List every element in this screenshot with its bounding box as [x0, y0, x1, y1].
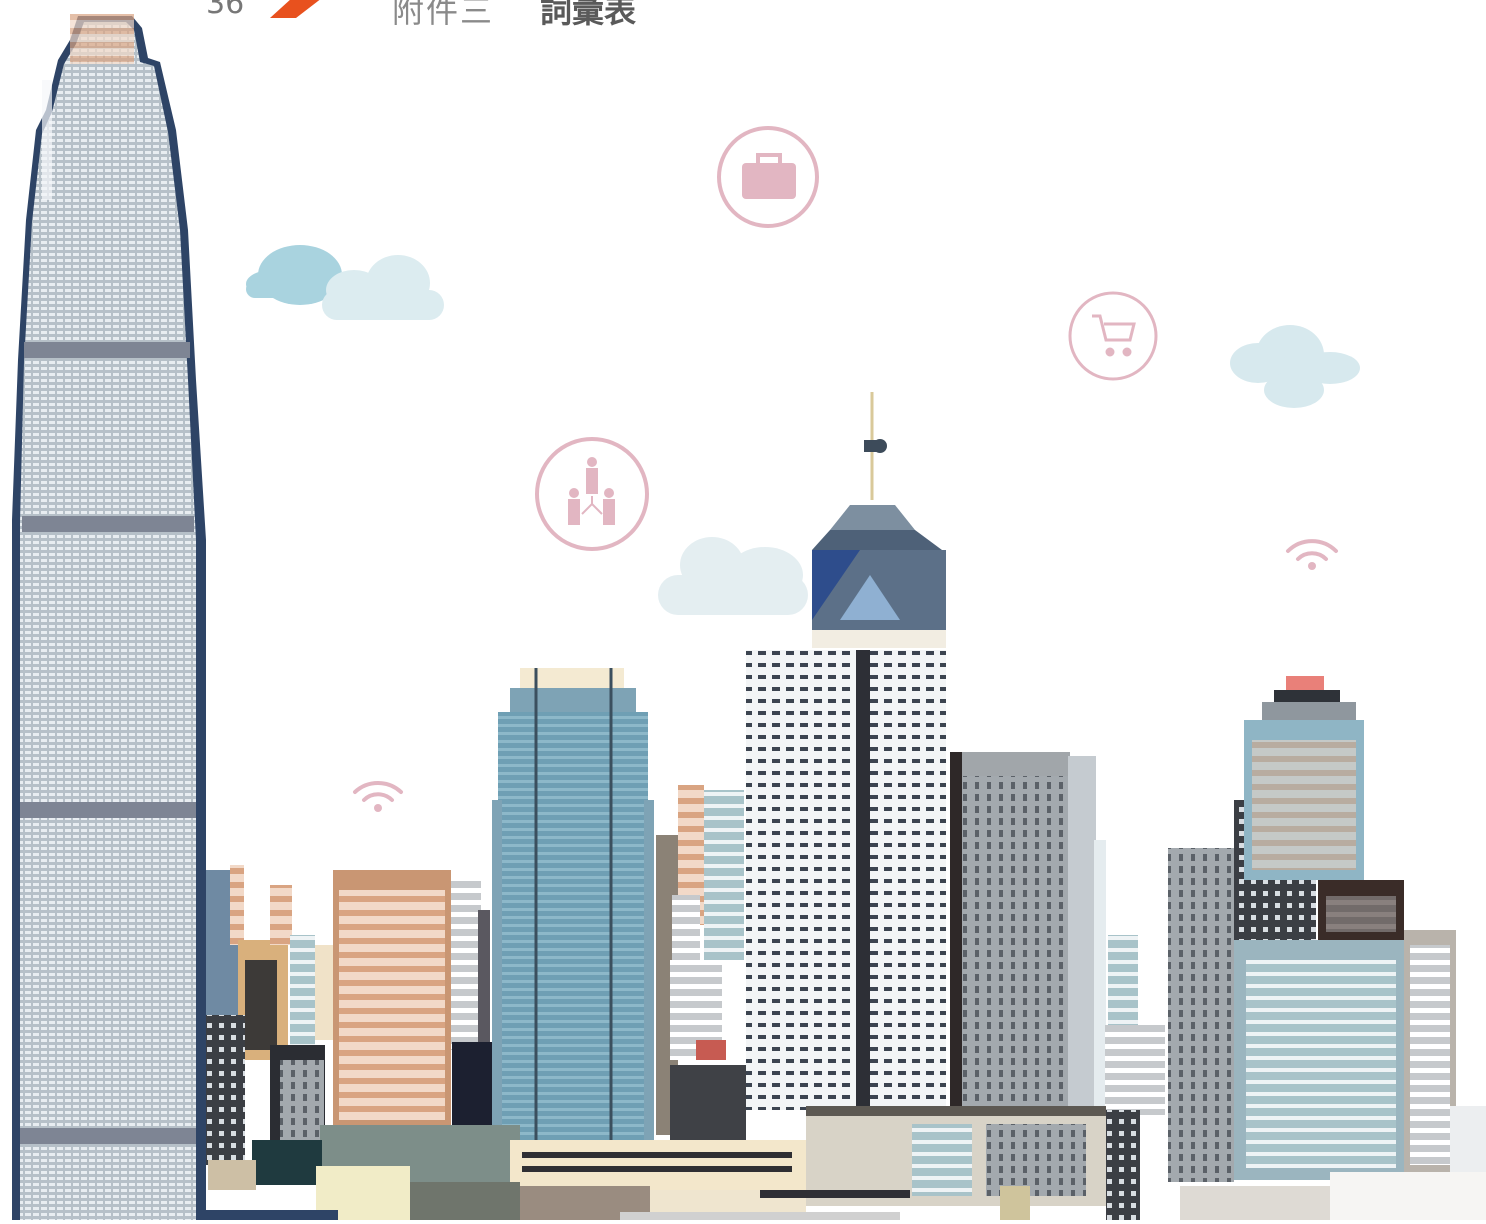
shopping-cart-icon [1068, 291, 1158, 381]
wifi-icon [353, 781, 403, 812]
wifi-icon [1286, 539, 1338, 570]
section-title: 詞彙表 [540, 0, 637, 30]
skyline-illustration: 36 附件三 詞彙表 [0, 0, 1486, 1220]
building [492, 668, 654, 1152]
annex-label: 附件三 [392, 0, 495, 30]
org-chart-people-icon [535, 437, 649, 551]
cloud [1230, 325, 1360, 408]
building [656, 785, 746, 1145]
building [1105, 676, 1456, 1220]
building [333, 870, 494, 1132]
briefcase-icon [717, 126, 819, 228]
building [746, 392, 946, 1110]
city-skyline [12, 0, 1486, 1220]
building [205, 865, 335, 1165]
cloud [246, 245, 444, 320]
accent-slash [270, 0, 320, 18]
building [12, 14, 206, 1220]
building [950, 752, 1106, 1112]
cloud [658, 537, 808, 615]
page-number: 36 [206, 0, 245, 21]
